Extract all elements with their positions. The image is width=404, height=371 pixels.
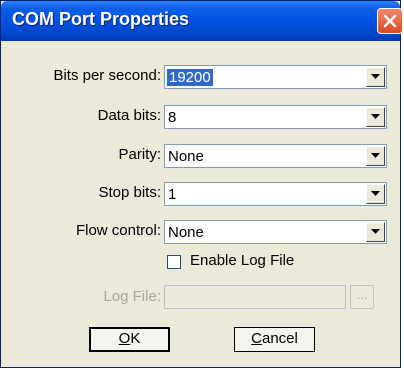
log-file-label: Log File: <box>103 288 161 305</box>
parity-select[interactable]: None <box>164 144 387 168</box>
flow-control-dropdown-button[interactable] <box>366 222 385 242</box>
close-icon <box>383 14 397 28</box>
parity-label: Parity: <box>118 146 161 163</box>
log-file-input[interactable] <box>164 285 346 309</box>
chevron-down-icon <box>371 153 380 158</box>
enable-log-checkbox[interactable] <box>167 255 181 269</box>
chevron-down-icon <box>371 191 380 196</box>
cancel-button[interactable]: Cancel <box>234 327 315 352</box>
bits-per-second-label: Bits per second: <box>53 67 161 84</box>
data-bits-select[interactable]: 8 <box>164 105 387 129</box>
chevron-down-icon <box>371 114 380 119</box>
dialog-body: Bits per second: 19200 Data bits: 8 Pari… <box>1 41 400 367</box>
title-bar[interactable]: COM Port Properties <box>1 1 403 41</box>
flow-control-select[interactable]: None <box>164 220 387 244</box>
ok-mnemonic: O <box>118 330 131 347</box>
parity-value: None <box>168 148 204 165</box>
close-button[interactable] <box>377 8 403 34</box>
bits-per-second-select[interactable]: 19200 <box>164 65 387 89</box>
data-bits-label: Data bits: <box>97 107 161 124</box>
chevron-down-icon <box>371 229 380 234</box>
data-bits-dropdown-button[interactable] <box>366 107 385 127</box>
bits-per-second-dropdown-button[interactable] <box>366 67 385 87</box>
window-title: COM Port Properties <box>12 9 190 29</box>
flow-control-label: Flow control: <box>75 222 161 239</box>
bits-per-second-value: 19200 <box>167 69 213 86</box>
stop-bits-value: 1 <box>168 186 177 203</box>
data-bits-value: 8 <box>168 109 177 126</box>
chevron-down-icon <box>371 74 380 79</box>
enable-log-label[interactable]: Enable Log File <box>190 252 294 269</box>
stop-bits-select[interactable]: 1 <box>164 182 387 206</box>
browse-button[interactable]: ... <box>350 285 374 309</box>
ok-button[interactable]: OK <box>89 327 170 352</box>
dialog-window: COM Port Properties Bits per second: 192… <box>0 0 403 368</box>
cancel-mnemonic: C <box>251 330 262 347</box>
flow-control-value: None <box>168 224 204 241</box>
parity-dropdown-button[interactable] <box>366 146 385 166</box>
stop-bits-dropdown-button[interactable] <box>366 184 385 204</box>
cancel-label-rest: ancel <box>261 330 298 347</box>
ok-label-rest: K <box>130 330 141 347</box>
stop-bits-label: Stop bits: <box>98 184 161 201</box>
